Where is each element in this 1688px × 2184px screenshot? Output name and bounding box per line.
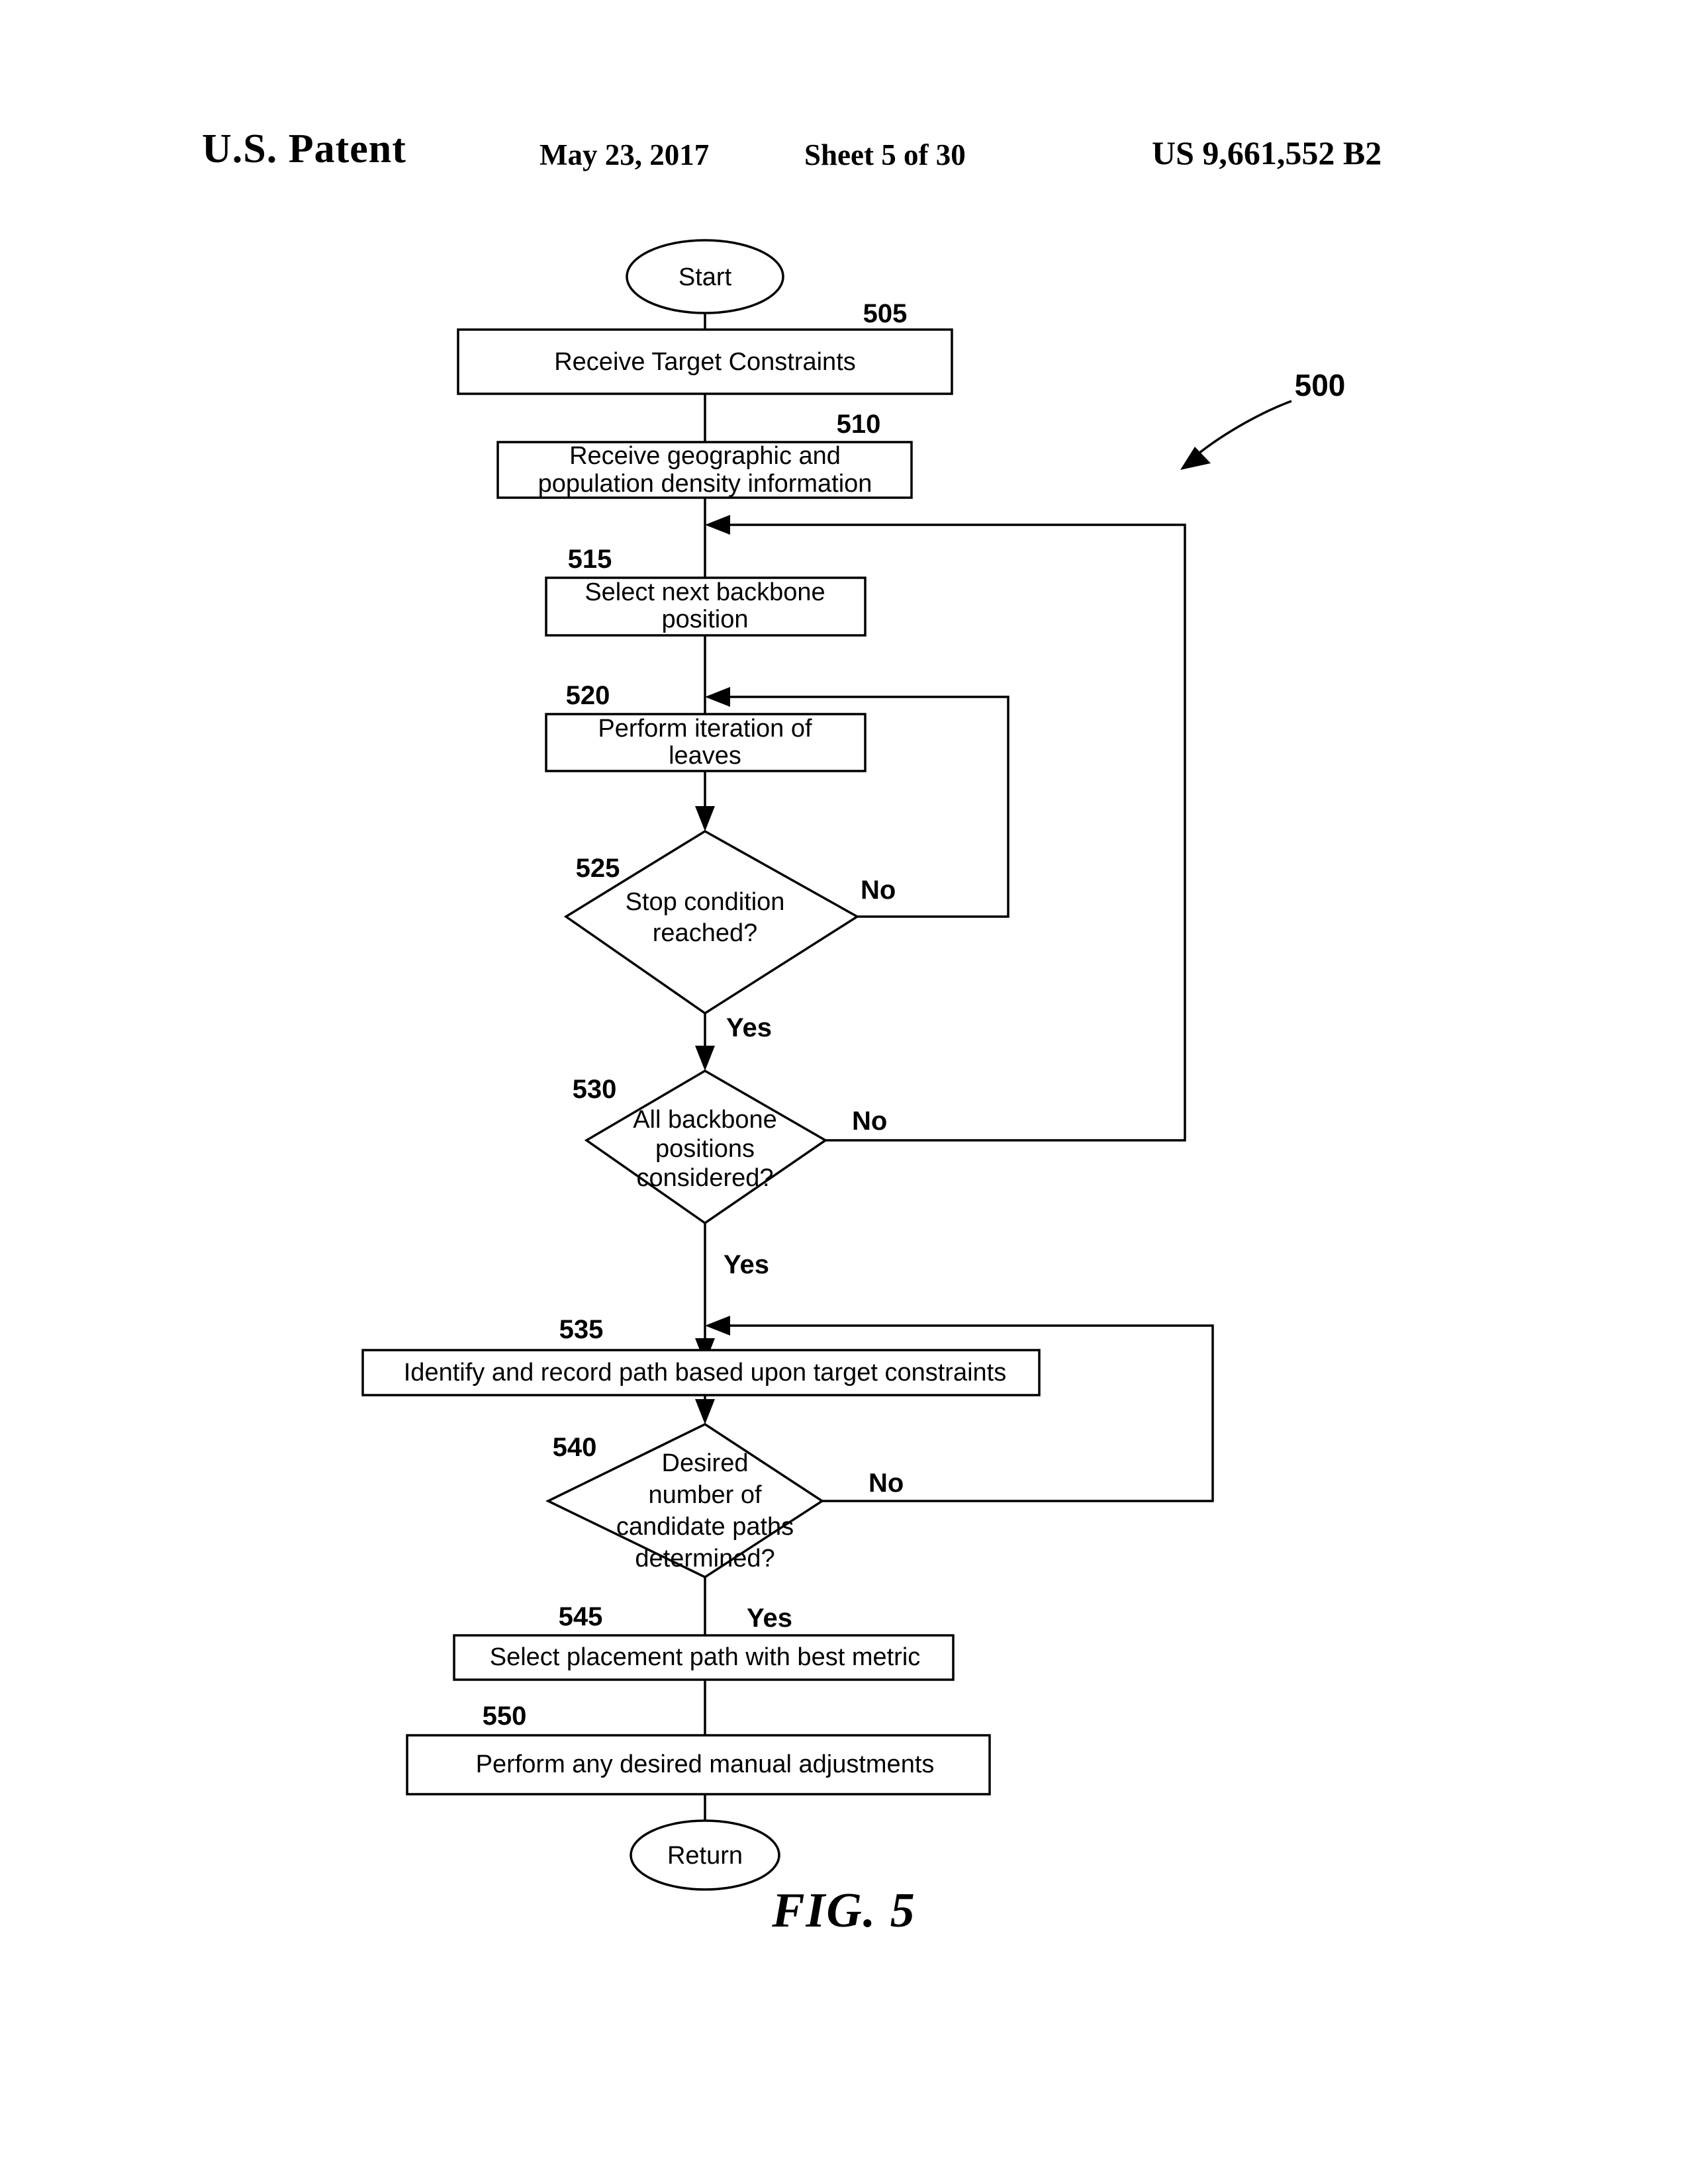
node-530-line1: All backbone: [633, 1106, 777, 1134]
branch-label-525-yes: Yes: [726, 1013, 772, 1042]
node-515-line2: position: [662, 606, 749, 633]
node-520-line1: Perform iteration of: [598, 715, 812, 743]
ref-540: 540: [553, 1433, 597, 1462]
arrowhead-525-no-loop: [705, 687, 730, 707]
node-530-line3: considered?: [636, 1164, 773, 1192]
node-540-line2: number of: [648, 1481, 762, 1509]
node-540-line1: Desired: [662, 1449, 749, 1477]
node-505-label: Receive Target Constraints: [554, 348, 856, 376]
ref-550: 550: [483, 1702, 527, 1731]
ref-510: 510: [837, 410, 881, 439]
ref-525: 525: [576, 854, 620, 883]
node-535-label: Identify and record path based upon targ…: [404, 1359, 1006, 1387]
branch-label-530-no: No: [852, 1107, 887, 1136]
figure-ref-number: 500: [1295, 368, 1346, 402]
figure-caption: FIG. 5: [772, 1884, 916, 1938]
ref-535: 535: [559, 1315, 604, 1344]
figure-ref-arrowhead: [1180, 447, 1211, 470]
node-start-label: Start: [679, 263, 732, 291]
branch-label-540-no: No: [868, 1469, 904, 1498]
node-510-line2: population density information: [538, 470, 872, 498]
node-return-label: Return: [667, 1842, 743, 1870]
ref-505: 505: [863, 299, 908, 328]
arrowhead-520-to-525: [695, 806, 715, 831]
node-510-line1: Receive geographic and: [569, 442, 841, 470]
ref-515: 515: [568, 545, 612, 574]
node-540-line4: determined?: [635, 1545, 774, 1572]
node-520-line2: leaves: [669, 742, 741, 770]
node-530-line2: positions: [655, 1135, 755, 1163]
node-525-line2: reached?: [653, 919, 757, 947]
node-525-line1: Stop condition: [626, 888, 785, 916]
flowchart-svg: Start Receive Target Constraints 505 Rec…: [361, 239, 1346, 1891]
flowchart-figure: Start Receive Target Constraints 505 Rec…: [0, 0, 1688, 2184]
node-540-line3: candidate paths: [616, 1513, 794, 1541]
node-515-line1: Select next backbone: [585, 578, 825, 606]
node-545-label: Select placement path with best metric: [490, 1643, 921, 1671]
node-550-label: Perform any desired manual adjustments: [476, 1751, 935, 1778]
arrowhead-540-no-loop: [705, 1316, 730, 1336]
shape-layer: Start Receive Target Constraints 505 Rec…: [361, 239, 1041, 1891]
figure-ref-pointer: [1190, 400, 1292, 461]
branch-label-540-yes: Yes: [747, 1604, 792, 1633]
ref-530: 530: [573, 1075, 617, 1104]
arrowhead-535-to-540: [695, 1399, 715, 1424]
arrowhead-525-yes-to-530: [695, 1046, 715, 1071]
arrowhead-530-no-loop: [705, 515, 730, 535]
ref-520: 520: [566, 681, 610, 710]
ref-545: 545: [559, 1602, 603, 1631]
branch-label-530-yes: Yes: [724, 1250, 769, 1279]
branch-label-525-no: No: [861, 876, 896, 905]
